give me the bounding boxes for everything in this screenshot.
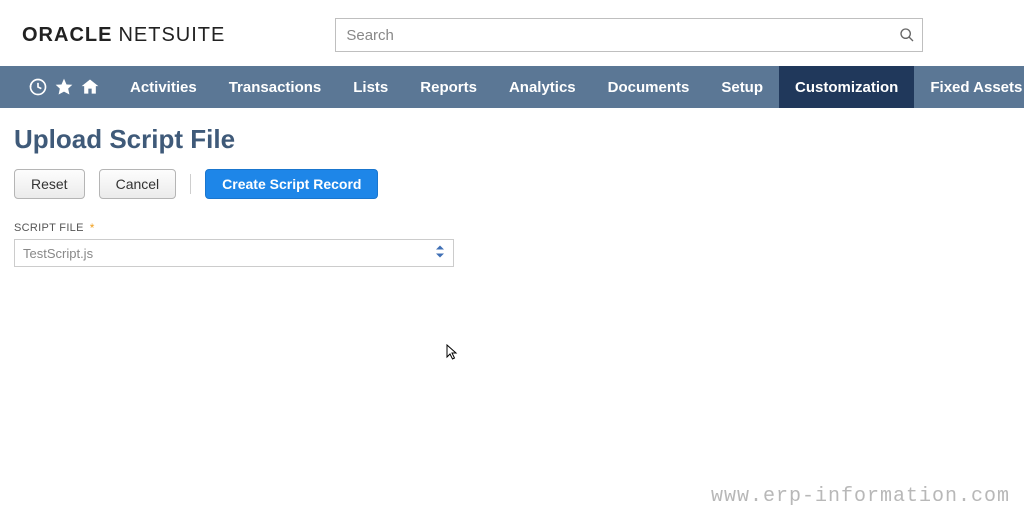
script-file-field[interactable]	[14, 239, 454, 267]
shortcuts-button[interactable]	[54, 66, 74, 108]
page-title: Upload Script File	[14, 124, 1010, 155]
script-file-label: SCRIPT FILE *	[14, 221, 1010, 235]
search-input[interactable]	[335, 18, 923, 52]
logo: ORACLE NETSUITE	[22, 24, 225, 47]
action-button-row: Reset Cancel Create Script Record	[14, 169, 1010, 199]
search-container	[335, 18, 923, 52]
create-script-record-button[interactable]: Create Script Record	[205, 169, 378, 199]
watermark-text: www.erp-information.com	[711, 485, 1010, 508]
logo-oracle-text: ORACLE	[22, 24, 112, 47]
clock-icon	[28, 77, 48, 97]
logo-netsuite-text: NETSUITE	[118, 24, 225, 47]
nav-bar: Activities Transactions Lists Reports An…	[0, 66, 1024, 108]
star-icon	[54, 77, 74, 97]
nav-item-lists[interactable]: Lists	[337, 66, 404, 108]
reset-button[interactable]: Reset	[14, 169, 85, 199]
recent-records-button[interactable]	[28, 66, 48, 108]
nav-item-customization[interactable]: Customization	[779, 66, 914, 108]
nav-item-analytics[interactable]: Analytics	[493, 66, 592, 108]
content-area: Upload Script File Reset Cancel Create S…	[0, 108, 1024, 283]
nav-item-documents[interactable]: Documents	[592, 66, 706, 108]
home-icon	[80, 77, 100, 97]
required-indicator: *	[90, 221, 95, 235]
cursor-icon	[446, 344, 460, 362]
cancel-button[interactable]: Cancel	[99, 169, 177, 199]
nav-item-fixed-assets[interactable]: Fixed Assets	[914, 66, 1024, 108]
script-file-input[interactable]	[14, 239, 454, 267]
script-file-label-text: SCRIPT FILE	[14, 222, 84, 234]
search-icon	[899, 27, 915, 43]
nav-item-reports[interactable]: Reports	[404, 66, 493, 108]
nav-item-activities[interactable]: Activities	[114, 66, 213, 108]
home-button[interactable]	[80, 66, 100, 108]
nav-item-transactions[interactable]: Transactions	[213, 66, 338, 108]
header-bar: ORACLE NETSUITE	[0, 0, 1024, 66]
nav-item-setup[interactable]: Setup	[705, 66, 779, 108]
button-divider	[190, 174, 191, 194]
